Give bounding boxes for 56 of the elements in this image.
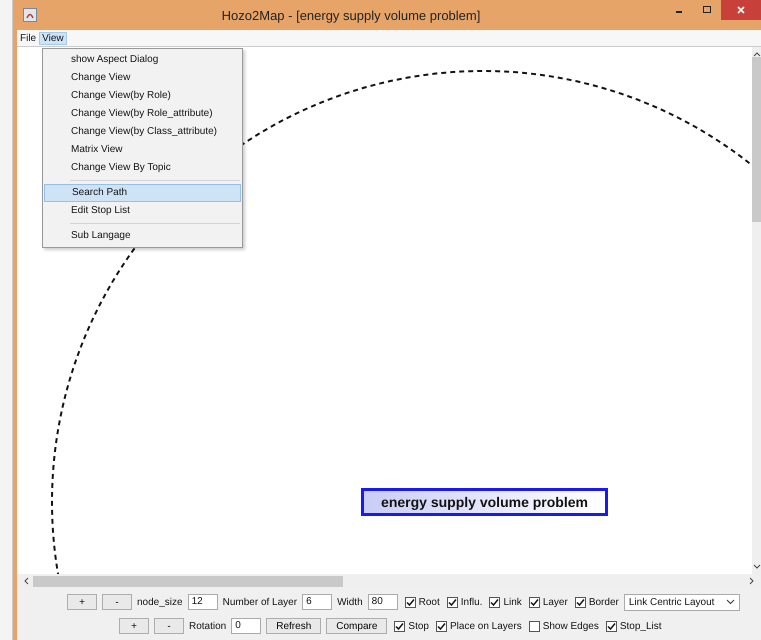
checkbox[interactable] (528, 620, 540, 632)
checkbox[interactable] (394, 620, 406, 632)
scroll-thumb[interactable] (33, 576, 343, 586)
checkbox-label[interactable]: Influ. (460, 596, 482, 608)
window-title: Hozo2Map - [energy supply volume problem] (220, 8, 482, 22)
checkbox[interactable] (404, 596, 416, 608)
checkbox-label[interactable]: Show Edges (542, 620, 599, 632)
field-label: Number of Layer (222, 596, 298, 608)
checkbox[interactable] (606, 620, 617, 632)
input-field[interactable]: 80 (368, 594, 398, 610)
menu-option[interactable]: Sub Langage (44, 227, 241, 245)
checkbox-label[interactable]: Stop_List (620, 620, 662, 632)
field-label: node_size (137, 596, 183, 608)
menu-option[interactable]: Edit Stop List (44, 202, 241, 220)
menu-option[interactable]: Change View (44, 69, 241, 87)
checkbox-label[interactable]: Place on Layers (450, 620, 522, 632)
checkbox-label[interactable]: Layer (542, 596, 568, 608)
menu-option[interactable]: show Aspect Dialog (44, 51, 241, 69)
input-field[interactable]: 6 (302, 594, 332, 610)
checkbox[interactable] (446, 596, 458, 608)
checkbox[interactable] (574, 596, 586, 608)
scroll-thumb[interactable] (752, 57, 761, 222)
chevron-down-icon (726, 599, 736, 606)
close-icon (736, 5, 746, 15)
checkbox-label[interactable]: Root (418, 596, 440, 608)
checkbox-label[interactable]: Border (588, 596, 619, 608)
horizontal-scrollbar[interactable] (17, 574, 761, 588)
app-icon (23, 8, 37, 22)
toolbar-button[interactable]: Refresh (266, 618, 322, 634)
maximize-icon (702, 5, 712, 15)
input-field[interactable]: 12 (188, 594, 218, 610)
toolbar-button[interactable]: - (102, 594, 132, 610)
menu-option[interactable]: Change View(by Role_attribute) (44, 105, 241, 123)
input-field[interactable]: 0 (231, 618, 262, 634)
menu-option[interactable]: Change View(by Role) (44, 87, 241, 105)
checkbox[interactable] (528, 596, 540, 608)
vertical-scrollbar[interactable] (752, 47, 761, 574)
checkbox-label[interactable]: Stop (408, 620, 429, 632)
toolbar-button[interactable]: - (154, 618, 184, 634)
toolbar-button[interactable]: + (67, 594, 97, 610)
field-label: Rotation (189, 620, 226, 632)
menu-option[interactable]: Matrix View (44, 141, 241, 159)
checkbox-label[interactable]: Link (503, 596, 522, 608)
field-label: Width (337, 596, 363, 608)
menu-item[interactable]: View (39, 32, 67, 44)
close-button[interactable] (721, 0, 761, 20)
checkbox[interactable] (436, 620, 447, 632)
menu-option[interactable]: Search Path (44, 184, 241, 202)
checkbox[interactable] (489, 596, 500, 608)
menu-item[interactable]: File (17, 32, 40, 44)
toolbar-button[interactable]: Compare (326, 618, 388, 634)
menu-option[interactable]: Change View By Topic (44, 159, 241, 177)
toolbar-button[interactable]: + (119, 618, 149, 634)
layout-dropdown[interactable]: Link Centric Layout (624, 594, 740, 611)
menu-option[interactable]: Change View(by Class_attribute) (44, 123, 241, 141)
node-label[interactable]: energy supply volume problem (361, 488, 608, 516)
